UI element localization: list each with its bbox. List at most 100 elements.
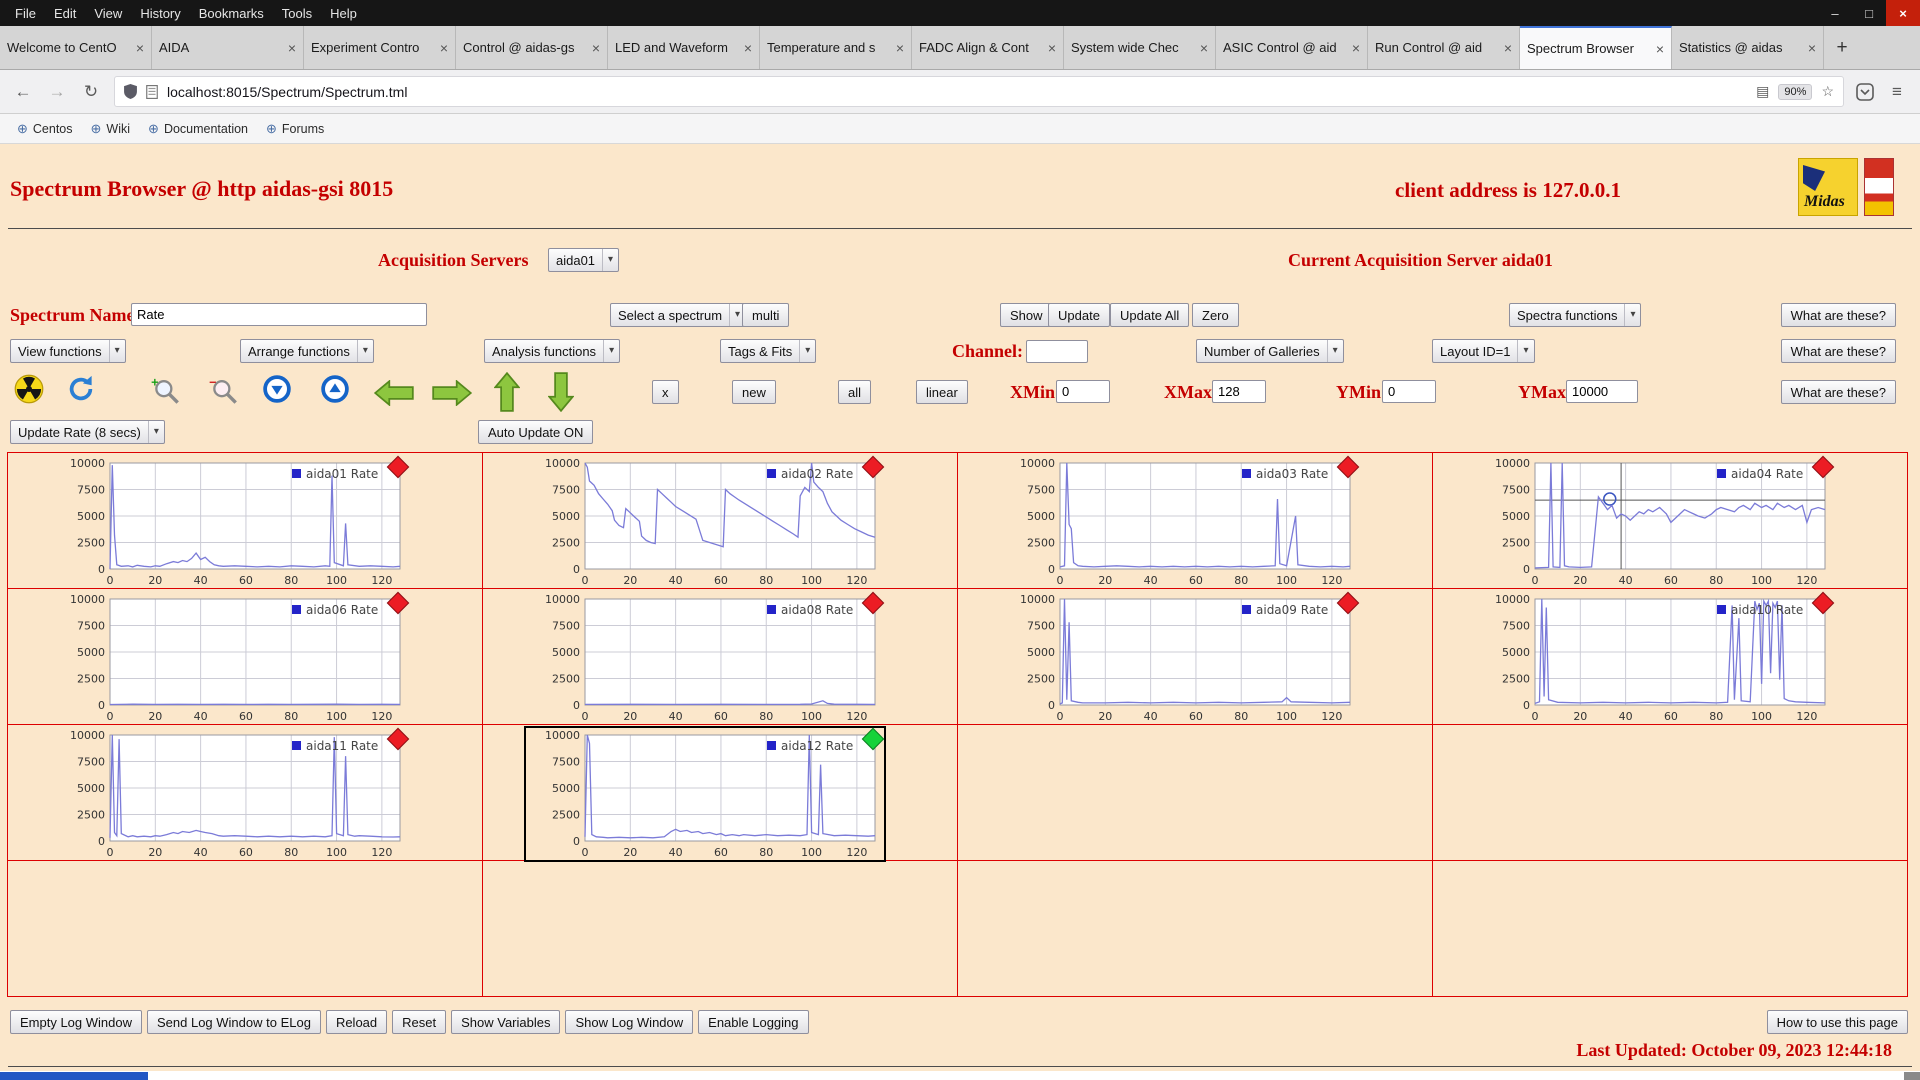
tab[interactable]: Temperature and s × [760, 26, 912, 69]
gallery-cell-9[interactable]: 0 2500 5000 7500 10000 0 20 40 60 80 100 120 aida11 … [8, 725, 483, 861]
auto-update-button[interactable]: Auto Update ON [478, 420, 594, 444]
tab[interactable]: Run Control @ aid × [1368, 26, 1520, 69]
circle-arrow-up-icon[interactable] [320, 374, 350, 404]
menu-file[interactable]: File [6, 6, 45, 21]
spectrum-chart[interactable]: 0 2500 5000 7500 10000 0 20 40 60 80 100 120 aida03 … [1000, 455, 1360, 589]
tab-close-icon[interactable]: × [1048, 40, 1056, 56]
radiation-icon[interactable] [14, 374, 44, 404]
gallery-cell-8[interactable]: 0 2500 5000 7500 10000 0 20 40 60 80 100 120 aida10 … [1433, 589, 1908, 725]
spectrum-chart[interactable]: 0 2500 5000 7500 10000 0 20 40 60 80 100 120 aida06 … [50, 591, 410, 725]
refresh-icon[interactable] [66, 374, 96, 404]
spectrum-chart[interactable]: 0 2500 5000 7500 10000 0 20 40 60 80 100 120 aida08 … [525, 591, 885, 725]
log-button-4[interactable]: Reset [392, 1010, 447, 1034]
what-are-these-button-3[interactable]: What are these? [1780, 380, 1896, 404]
what-are-these-button-1[interactable]: What are these? [1780, 303, 1896, 327]
tab[interactable]: Spectrum Browser × [1520, 26, 1672, 69]
menu-history[interactable]: History [131, 6, 189, 21]
menu-view[interactable]: View [85, 6, 131, 21]
close-icon[interactable]: × [1886, 0, 1920, 26]
url-text[interactable]: localhost:8015/Spectrum/Spectrum.tml [167, 84, 1747, 100]
xmax-input[interactable] [1212, 380, 1266, 403]
back-icon[interactable]: ← [12, 82, 34, 102]
log-button-1[interactable]: Empty Log Window [10, 1010, 142, 1034]
tab[interactable]: Experiment Contro × [304, 26, 456, 69]
x-button[interactable]: x [652, 380, 679, 404]
maximize-icon[interactable]: □ [1852, 0, 1886, 26]
page-info-icon[interactable] [146, 84, 158, 99]
tab[interactable]: AIDA × [152, 26, 304, 69]
arrow-right-icon[interactable] [432, 380, 472, 406]
menu-tools[interactable]: Tools [273, 6, 321, 21]
new-tab-button[interactable]: + [1824, 26, 1860, 69]
circle-arrow-down-icon[interactable] [262, 374, 292, 404]
log-button-5[interactable]: Show Variables [451, 1010, 561, 1034]
gallery-cell-10[interactable]: 0 2500 5000 7500 10000 0 20 40 60 80 100 120 aida12 … [483, 725, 958, 862]
layout-id-dropdown[interactable]: Layout ID=1 ▾ [1432, 339, 1535, 363]
bookmark-item[interactable]: ⊕ Centos [10, 118, 80, 140]
tab-close-icon[interactable]: × [1504, 40, 1512, 56]
acquisition-server-select[interactable]: aida01 ▾ [548, 248, 620, 272]
gallery-cell-15[interactable] [958, 861, 1433, 997]
gallery-cell-5[interactable]: 0 2500 5000 7500 10000 0 20 40 60 80 100 120 aida06 … [8, 589, 483, 725]
tags-fits-dropdown[interactable]: Tags & Fits ▾ [720, 339, 817, 363]
ymin-input[interactable] [1382, 380, 1436, 403]
tab[interactable]: LED and Waveform × [608, 26, 760, 69]
arrow-down-icon[interactable] [548, 372, 574, 412]
spectrum-chart[interactable]: 0 2500 5000 7500 10000 0 20 40 60 80 100 120 aida04 … [1475, 455, 1835, 589]
pocket-icon[interactable] [1856, 82, 1874, 101]
spectrum-chart[interactable]: 0 2500 5000 7500 10000 0 20 40 60 80 100 120 aida11 … [50, 727, 410, 861]
forward-icon[interactable]: → [46, 82, 68, 102]
gallery-cell-12[interactable] [1433, 725, 1908, 861]
minimize-icon[interactable]: – [1818, 0, 1852, 26]
reload-icon[interactable]: ↻ [80, 82, 102, 102]
tab-close-icon[interactable]: × [288, 40, 296, 56]
zero-button[interactable]: Zero [1192, 303, 1239, 327]
spectrum-name-input[interactable] [131, 303, 427, 326]
tab[interactable]: Welcome to CentO × [0, 26, 152, 69]
analysis-functions-dropdown[interactable]: Analysis functions ▾ [484, 339, 621, 363]
tab-close-icon[interactable]: × [896, 40, 904, 56]
gallery-cell-2[interactable]: 0 2500 5000 7500 10000 0 20 40 60 80 100 120 aida02 … [483, 453, 958, 589]
view-functions-dropdown[interactable]: View functions ▾ [10, 339, 126, 363]
tab-close-icon[interactable]: × [592, 40, 600, 56]
tab-close-icon[interactable]: × [440, 40, 448, 56]
spectrum-chart[interactable]: 0 2500 5000 7500 10000 0 20 40 60 80 100 120 aida01 … [50, 455, 410, 589]
all-button[interactable]: all [838, 380, 872, 404]
gallery-cell-7[interactable]: 0 2500 5000 7500 10000 0 20 40 60 80 100 120 aida09 … [958, 589, 1433, 725]
arrow-left-icon[interactable] [374, 380, 414, 406]
menu-bookmarks[interactable]: Bookmarks [190, 6, 273, 21]
tab[interactable]: FADC Align & Cont × [912, 26, 1064, 69]
log-button-2[interactable]: Send Log Window to ELog [147, 1010, 321, 1034]
menu-help[interactable]: Help [321, 6, 366, 21]
update-button[interactable]: Update [1048, 303, 1110, 327]
spectrum-chart[interactable]: 0 2500 5000 7500 10000 0 20 40 60 80 100 120 aida10 … [1475, 591, 1835, 725]
url-bar[interactable]: localhost:8015/Spectrum/Spectrum.tml ▤ 9… [114, 76, 1844, 107]
zoom-in-icon[interactable]: + [150, 376, 180, 406]
bookmark-item[interactable]: ⊕ Wiki [84, 118, 138, 140]
update-all-button[interactable]: Update All [1110, 303, 1190, 327]
tab-close-icon[interactable]: × [1352, 40, 1360, 56]
spectrum-chart[interactable]: 0 2500 5000 7500 10000 0 20 40 60 80 100 120 aida02 … [525, 455, 885, 589]
what-are-these-button-2[interactable]: What are these? [1780, 339, 1896, 363]
bookmark-star-icon[interactable]: ☆ [1821, 83, 1834, 100]
zoom-out-icon[interactable]: − [208, 376, 238, 406]
select-spectrum-dropdown[interactable]: Select a spectrum ▾ [610, 303, 747, 327]
how-to-use-button[interactable]: How to use this page [1766, 1010, 1908, 1034]
menu-hamburger-icon[interactable]: ≡ [1886, 82, 1908, 102]
number-of-galleries-dropdown[interactable]: Number of Galleries ▾ [1196, 339, 1344, 363]
arrange-functions-dropdown[interactable]: Arrange functions ▾ [240, 339, 374, 363]
tab[interactable]: Statistics @ aidas × [1672, 26, 1824, 69]
bookmark-item[interactable]: ⊕ Documentation [141, 118, 255, 140]
update-rate-dropdown[interactable]: Update Rate (8 secs) ▾ [10, 420, 165, 444]
gallery-cell-1[interactable]: 0 2500 5000 7500 10000 0 20 40 60 80 100 120 aida01 … [8, 453, 483, 589]
tab[interactable]: System wide Chec × [1064, 26, 1216, 69]
log-button-6[interactable]: Show Log Window [565, 1010, 694, 1034]
tab-close-icon[interactable]: × [136, 40, 144, 56]
reader-mode-icon[interactable]: ▤ [1756, 83, 1769, 100]
tab-close-icon[interactable]: × [1808, 40, 1816, 56]
spectrum-chart[interactable]: 0 2500 5000 7500 10000 0 20 40 60 80 100 120 aida09 … [1000, 591, 1360, 725]
arrow-up-icon[interactable] [494, 372, 520, 412]
xmin-input[interactable] [1056, 380, 1110, 403]
menu-edit[interactable]: Edit [45, 6, 85, 21]
ymax-input[interactable] [1566, 380, 1638, 403]
